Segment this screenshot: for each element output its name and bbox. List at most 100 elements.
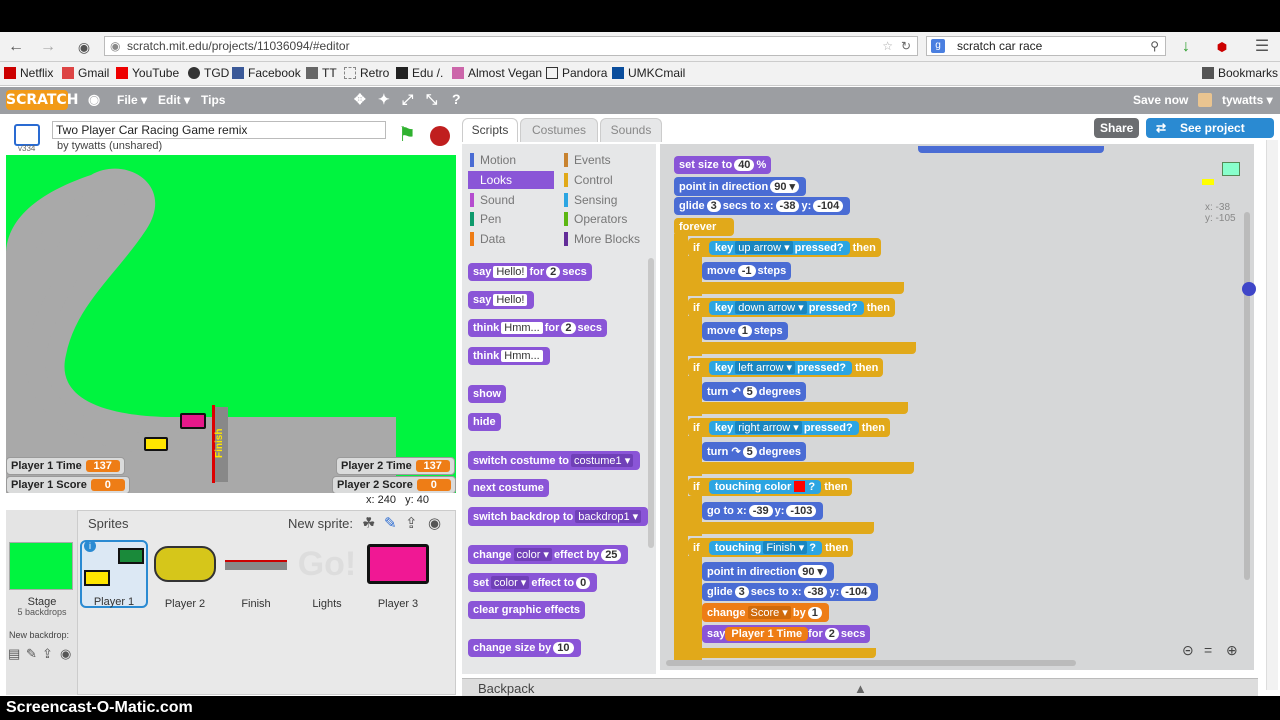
- bookmark-tt[interactable]: TT: [306, 66, 337, 80]
- sprite-item-lights[interactable]: Go! Lights: [293, 540, 361, 610]
- block-point-in-direction-2[interactable]: point in direction 90 ▾: [702, 562, 835, 581]
- stop-icon[interactable]: ◉: [74, 37, 94, 57]
- block-if-left[interactable]: if key left arrow ▾ pressed? then: [688, 358, 884, 377]
- sensing-touching-color[interactable]: touching color ?: [708, 480, 822, 494]
- yellow-car-sprite[interactable]: [144, 437, 168, 451]
- block-move-down[interactable]: move 1 steps: [702, 322, 788, 340]
- project-title-input[interactable]: Two Player Car Racing Game remix: [52, 121, 386, 139]
- file-menu[interactable]: File ▾: [117, 93, 147, 107]
- adblock-icon[interactable]: ⬢: [1212, 37, 1232, 57]
- block-change-score[interactable]: change Score ▾ by 1: [702, 603, 829, 622]
- backpack-bar[interactable]: Backpack ▲: [462, 678, 1258, 698]
- bookmark-youtube[interactable]: YouTube: [116, 66, 179, 80]
- shrink-icon[interactable]: ⤡: [426, 91, 437, 108]
- bookmarks-folder[interactable]: Bookmarks: [1202, 66, 1278, 80]
- scratch-logo[interactable]: SCRATCH: [6, 90, 78, 110]
- url-bar[interactable]: ◉ scratch.mit.edu/projects/11036094/#edi…: [104, 36, 918, 56]
- sprite-item-player2[interactable]: Player 2: [151, 540, 219, 610]
- reload-icon[interactable]: ↻: [901, 37, 911, 55]
- duplicate-icon[interactable]: ✥: [354, 91, 366, 108]
- star-icon[interactable]: ☆: [882, 37, 893, 55]
- block-say-for[interactable]: say Player 1 Time for 2 secs: [702, 625, 871, 643]
- palette-block-say-for[interactable]: say Hello! for 2 secs: [468, 263, 592, 281]
- scripts-vertical-scrollbar[interactable]: [1244, 212, 1250, 580]
- window-scrollbar[interactable]: [1266, 140, 1278, 690]
- language-icon[interactable]: ◉: [88, 91, 100, 108]
- palette-block-think[interactable]: think Hmm...: [468, 347, 550, 365]
- upload-backdrop-icon[interactable]: ⇪: [42, 646, 53, 662]
- fullscreen-icon[interactable]: [14, 124, 40, 146]
- block-set-size[interactable]: set size to 40%: [674, 156, 772, 174]
- bookmark-facebook[interactable]: Facebook: [232, 66, 301, 80]
- help-icon[interactable]: ?: [452, 91, 461, 107]
- tips-menu[interactable]: Tips: [201, 93, 225, 107]
- stage-canvas[interactable]: Finish Player 1 Time 137 Player 1 Score 0 …: [6, 155, 456, 493]
- edit-menu[interactable]: Edit ▾: [158, 93, 190, 107]
- palette-block-switch-backdrop[interactable]: switch backdrop to backdrop1 ▾: [468, 507, 649, 526]
- search-input[interactable]: g scratch car race ⚲: [926, 36, 1166, 56]
- info-icon[interactable]: i: [84, 540, 96, 552]
- block-turn-right[interactable]: turn ↷ 5 degrees: [702, 442, 806, 461]
- category-events[interactable]: Events: [564, 153, 611, 167]
- block-glide-2[interactable]: glide 3 secs to x: -38 y: -104: [702, 583, 879, 601]
- category-pen[interactable]: Pen: [470, 212, 501, 226]
- palette-block-show[interactable]: show: [468, 385, 507, 403]
- forward-icon[interactable]: →: [38, 37, 58, 57]
- share-button[interactable]: Share: [1094, 118, 1140, 138]
- bookmark-netflix[interactable]: Netflix: [4, 66, 53, 80]
- zoom-reset-icon[interactable]: =: [1204, 642, 1212, 658]
- sensing-touching-finish[interactable]: touching Finish ▾?: [708, 541, 822, 555]
- bookmark-gmail[interactable]: Gmail: [62, 66, 109, 80]
- block-point-in-direction[interactable]: point in direction 90 ▾: [674, 177, 807, 196]
- category-more-blocks[interactable]: More Blocks: [564, 232, 640, 246]
- download-icon[interactable]: ↓: [1176, 37, 1196, 57]
- block-if-touching-finish[interactable]: if touching Finish ▾? then: [688, 538, 854, 557]
- block-if-down[interactable]: if key down arrow ▾ pressed? then: [688, 298, 895, 317]
- palette-block-think-for[interactable]: think Hmm... for 2 secs: [468, 319, 608, 337]
- see-project-page-button[interactable]: ⇄See project page: [1146, 118, 1274, 155]
- sensing-key-left[interactable]: key left arrow ▾ pressed?: [708, 361, 853, 375]
- category-motion[interactable]: Motion: [470, 153, 516, 167]
- category-sensing[interactable]: Sensing: [564, 193, 617, 207]
- paint-backdrop-icon[interactable]: ✎: [26, 646, 37, 662]
- palette-block-switch-costume[interactable]: switch costume to costume1 ▾: [468, 451, 641, 470]
- block-if-right[interactable]: if key right arrow ▾ pressed? then: [688, 418, 891, 437]
- category-control[interactable]: Control: [564, 173, 613, 187]
- sprite-item-player1[interactable]: i Player 1: [80, 540, 148, 608]
- save-now-button[interactable]: Save now: [1133, 93, 1188, 107]
- palette-block-change-size[interactable]: change size by 10: [468, 639, 581, 657]
- script-block-fragment[interactable]: [918, 146, 1104, 153]
- tab-scripts[interactable]: Scripts: [462, 118, 518, 142]
- sensing-key-down[interactable]: key down arrow ▾ pressed?: [708, 301, 864, 315]
- user-menu[interactable]: tywatts ▾: [1222, 93, 1273, 107]
- scripts-horizontal-scrollbar[interactable]: [666, 660, 1076, 666]
- block-if-up[interactable]: if key up arrow ▾ pressed? then: [688, 238, 881, 257]
- color-swatch[interactable]: [794, 481, 806, 492]
- sensing-key-right[interactable]: key right arrow ▾ pressed?: [708, 421, 859, 435]
- palette-block-say[interactable]: say Hello!: [468, 291, 535, 309]
- bookmark-pandora[interactable]: Pandora: [546, 66, 607, 80]
- category-data[interactable]: Data: [470, 232, 505, 246]
- paint-icon[interactable]: ✎: [384, 514, 397, 532]
- palette-block-next-costume[interactable]: next costume: [468, 479, 549, 497]
- delete-icon[interactable]: ✦: [378, 91, 390, 108]
- zoom-in-icon[interactable]: ⊕: [1226, 642, 1238, 659]
- back-icon[interactable]: ←: [6, 37, 26, 57]
- category-looks[interactable]: Looks: [468, 171, 554, 189]
- stop-sign-icon[interactable]: [430, 126, 450, 146]
- camera-icon[interactable]: ◉: [428, 514, 441, 532]
- green-flag-icon[interactable]: ⚑: [398, 122, 416, 147]
- palette-block-hide[interactable]: hide: [468, 413, 501, 431]
- upload-icon[interactable]: ⇪: [405, 514, 418, 532]
- bookmark-tgd[interactable]: TGD: [188, 66, 229, 80]
- menu-icon[interactable]: ☰: [1252, 37, 1272, 57]
- bookmark-retro[interactable]: Retro: [344, 66, 389, 80]
- sprite-item-finish[interactable]: Finish: [222, 540, 290, 610]
- category-sound[interactable]: Sound: [470, 193, 515, 207]
- grow-icon[interactable]: ⤢: [402, 91, 413, 108]
- reporter-player1-time[interactable]: Player 1 Time: [725, 627, 809, 641]
- block-turn-left[interactable]: turn ↶ 5 degrees: [702, 382, 806, 401]
- bookmark-almost-vegan[interactable]: Almost Vegan: [452, 66, 542, 80]
- category-operators[interactable]: Operators: [564, 212, 627, 226]
- sprite-item-player3[interactable]: Player 3: [364, 540, 432, 610]
